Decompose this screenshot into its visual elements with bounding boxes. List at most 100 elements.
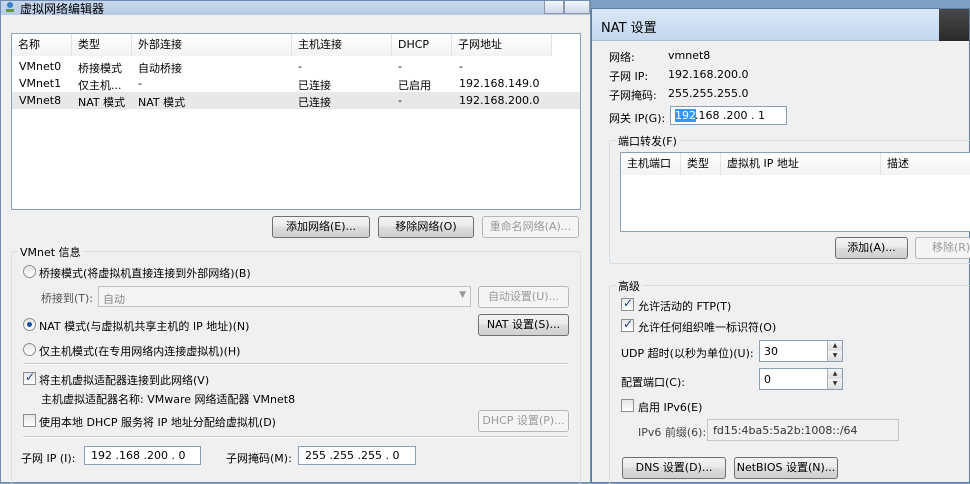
window-frame-strip [939,9,969,41]
subnet-ip-label: 子网 IP (I): [21,452,76,465]
table-cell: - [398,94,402,107]
port-forward-list[interactable]: 主机端口 类型 虚拟机 IP 地址 描述 [620,152,970,232]
dhcp-settings-button[interactable]: DHCP 设置(P)... [478,410,569,432]
table-row[interactable]: VMnet1 仅主机... - 已连接 已启用 192.168.149.0 [12,75,580,92]
ipv6-prefix-value: fd15:4ba5:5a2b:1008::/64 [713,424,858,437]
table-cell: 仅主机... [78,79,122,92]
gateway-ip-selected-octet: 192 [675,109,696,122]
column-header-host[interactable]: 主机连接 [292,34,392,56]
network-app-icon [4,1,16,13]
subnet-mask-label: 子网掩码: [609,89,657,102]
netbios-settings-button[interactable]: NetBIOS 设置(N)... [734,457,838,479]
subnet-ip-value: 192.168.200.0 [668,68,749,81]
virtual-network-editor-window: 虚拟网络编辑器 名称 类型 外部连接 主机连接 DHCP 子网地址 VMnet0… [0,0,591,484]
column-header-description[interactable]: 描述 [881,153,970,175]
table-cell: - [459,60,463,73]
config-port-value: 0 [764,373,771,386]
table-cell: - [138,77,142,90]
spin-down-icon[interactable]: ▼ [827,379,842,389]
group-title: 高级 [616,278,642,294]
table-cell: - [398,60,402,73]
maximize-button[interactable] [564,1,590,14]
enable-ipv6-checkbox[interactable] [621,399,634,412]
subnet-ip-value: 192 .168 .200 . 0 [91,449,186,462]
table-cell: 已启用 [398,79,431,92]
subnet-mask-value: 255 .255 .255 . 0 [305,449,400,462]
spin-up-icon[interactable]: ▲ [827,341,842,351]
subnet-mask-value: 255.255.255.0 [668,87,749,100]
udp-timeout-value: 30 [764,345,778,358]
hostonly-mode-radio[interactable] [23,343,36,356]
table-cell: 自动桥接 [138,62,182,75]
config-port-stepper[interactable]: 0 ▲ ▼ [759,368,843,390]
dhcp-label: 使用本地 DHCP 服务将 IP 地址分配给虚拟机(D) [39,416,276,429]
table-cell: VMnet1 [19,77,62,90]
nat-settings-button[interactable]: NAT 设置(S)... [478,314,569,336]
udp-timeout-stepper[interactable]: 30 ▲ ▼ [759,340,843,362]
spin-down-icon[interactable]: ▼ [827,351,842,361]
bridge-to-label: 桥接到(T): [41,292,94,305]
adapter-name-text: 主机虚拟适配器名称: VMware 网络适配器 VMnet8 [41,393,296,406]
group-title: VMnet 信息 [18,244,83,260]
bridge-to-value: 自动 [103,293,125,306]
table-row-selected[interactable]: VMnet8 NAT 模式 NAT 模式 已连接 - 192.168.200.0 [12,92,580,109]
column-header-type[interactable]: 类型 [72,34,132,56]
divider [23,436,568,438]
auto-settings-button[interactable]: 自动设置(U)... [478,286,569,308]
nat-mode-radio[interactable] [23,318,36,331]
subnet-mask-field[interactable]: 255 .255 .255 . 0 [298,446,416,465]
enable-ipv6-label: 启用 IPv6(E) [638,401,703,414]
add-port-forward-button[interactable]: 添加(A)... [835,237,908,259]
column-header-subnet[interactable]: 子网地址 [452,34,552,56]
subnet-ip-field[interactable]: 192 .168 .200 . 0 [84,446,201,465]
table-row[interactable]: VMnet0 桥接模式 自动桥接 - - - [12,58,580,75]
rename-network-button[interactable]: 重命名网络(A)... [482,216,579,238]
allow-ftp-checkbox[interactable] [621,296,634,311]
allow-oui-checkbox[interactable] [621,317,634,332]
group-title: 端口转发(F) [616,133,679,149]
title-bar[interactable]: 虚拟网络编辑器 [1,1,590,16]
allow-ftp-label: 允许活动的 FTP(T) [638,300,732,313]
connect-adapter-label: 将主机虚拟适配器连接到此网络(V) [39,374,210,387]
network-label: 网络: [609,51,635,64]
table-cell: VMnet8 [19,94,62,107]
gateway-ip-rest: .168 .200 . 1 [695,109,765,122]
dhcp-checkbox[interactable] [23,414,36,427]
nat-settings-window: NAT 设置 网络: vmnet8 子网 IP: 192.168.200.0 子… [591,8,970,484]
network-list[interactable]: 名称 类型 外部连接 主机连接 DHCP 子网地址 VMnet0 桥接模式 自动… [11,33,581,210]
network-value: vmnet8 [668,49,711,62]
column-header-type[interactable]: 类型 [681,153,721,175]
table-cell: NAT 模式 [78,96,126,109]
title-bar[interactable]: NAT 设置 [592,9,969,41]
column-header-name[interactable]: 名称 [12,34,72,56]
window-title: 虚拟网络编辑器 [20,2,105,16]
table-cell: VMnet0 [19,60,62,73]
column-header-dhcp[interactable]: DHCP [392,34,452,56]
column-header-host-port[interactable]: 主机端口 [621,153,681,175]
subnet-mask-label: 子网掩码(M): [226,452,292,465]
spin-up-icon[interactable]: ▲ [827,369,842,379]
divider [23,363,568,365]
remove-port-forward-button[interactable]: 移除(R) [915,237,970,259]
nat-mode-label: NAT 模式(与虚拟机共享主机的 IP 地址)(N) [39,320,250,333]
ipv6-prefix-field[interactable]: fd15:4ba5:5a2b:1008::/64 [707,419,899,441]
gateway-ip-field[interactable]: 192 .168 .200 . 1 [670,106,787,125]
ipv6-prefix-label: IPv6 前缀(6): [638,426,707,439]
bridge-to-select[interactable]: 自动 ▼ [98,286,471,307]
gateway-label: 网关 IP(G): [609,112,666,125]
bridged-mode-radio[interactable] [23,265,36,278]
connect-adapter-checkbox[interactable] [23,370,36,385]
column-header-vm-ip[interactable]: 虚拟机 IP 地址 [721,153,881,175]
column-header-external[interactable]: 外部连接 [132,34,292,56]
table-cell: - [298,60,302,73]
table-cell: 桥接模式 [78,62,122,75]
dns-settings-button[interactable]: DNS 设置(D)... [622,457,726,479]
remove-network-button[interactable]: 移除网络(O) [378,216,474,238]
hostonly-mode-label: 仅主机模式(在专用网络内连接虚拟机)(H) [39,345,241,358]
allow-oui-label: 允许任何组织唯一标识符(O) [638,321,777,334]
add-network-button[interactable]: 添加网络(E)... [272,216,370,238]
table-cell: 已连接 [298,96,331,109]
config-port-label: 配置端口(C): [621,376,685,389]
minimize-button[interactable] [544,1,564,14]
chevron-down-icon: ▼ [459,290,466,300]
